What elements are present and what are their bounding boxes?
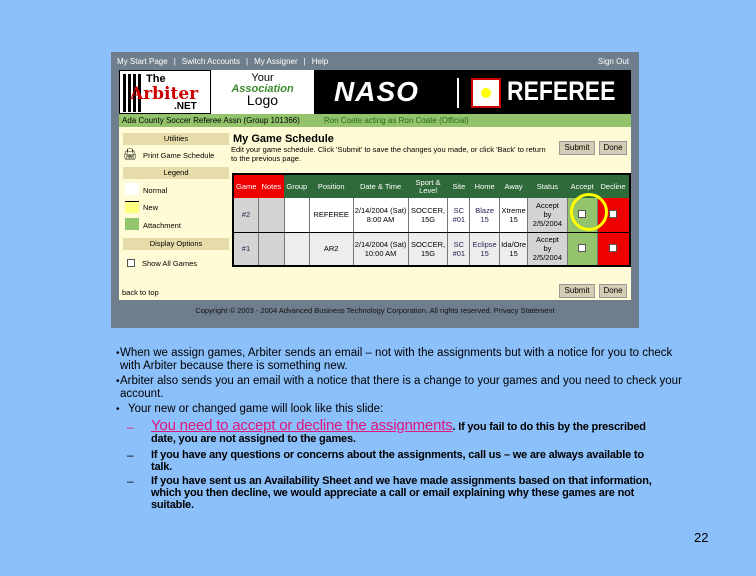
sport: SOCCER, — [410, 205, 446, 215]
nav-my-assigner[interactable]: My Assigner — [254, 57, 298, 66]
col-position: Position — [309, 174, 354, 198]
arbiter-logo: The Arbiter .NET — [119, 70, 211, 114]
banner: The Arbiter .NET Your Association Logo N… — [119, 70, 631, 114]
home-link[interactable]: Blaze 15 — [469, 198, 501, 233]
show-all-checkbox[interactable] — [127, 259, 135, 269]
col-decline: Decline — [597, 174, 630, 198]
logo-net: .NET — [174, 101, 197, 112]
legend-swatch-new — [125, 201, 139, 213]
date-cell: 2/14/2004 (Sat) 8:00 AM — [353, 198, 409, 233]
col-site: Site — [447, 174, 470, 198]
table-row: #1 AR2 2/14/2004 (Sat) 10:00 AM SOCCER, 15… — [233, 232, 631, 267]
sport-cell: SOCCER, 15G — [408, 198, 449, 233]
legend-new: New — [143, 203, 159, 212]
printer-icon: 🖨 — [123, 149, 137, 161]
bullet-1: When we assign games, Arbiter sends an e… — [120, 347, 673, 372]
site-link[interactable]: SC #01 — [447, 198, 471, 233]
legend-normal: Normal — [143, 186, 168, 195]
table-header: Game Notes Group Position Date & Time Sp… — [233, 174, 630, 198]
group-name: Ada County Soccer Referee Assn (Group 10… — [122, 116, 300, 125]
arbiter-screenshot: My Start Page | Switch Accounts | My Assig… — [111, 52, 639, 328]
highlight-circle — [570, 193, 608, 231]
nav-switch-accounts[interactable]: Switch Accounts — [182, 57, 240, 66]
date-cell: 2/14/2004 (Sat) 10:00 AM — [353, 232, 409, 267]
display-options-heading: Display Options — [123, 238, 229, 250]
sport: SOCCER, — [410, 239, 446, 249]
page-title: My Game Schedule — [233, 133, 334, 145]
col-group: Group — [284, 174, 310, 198]
level: 15G — [420, 214, 436, 224]
col-sport: Sport & Level — [408, 174, 448, 198]
nav-my-start-page[interactable]: My Start Page — [117, 57, 168, 66]
away-cell: Ida/Ore 15 — [499, 232, 529, 267]
top-nav: My Start Page | Switch Accounts | My Assig… — [117, 56, 629, 66]
bullet-3: Your new or changed game will look like … — [128, 403, 384, 415]
done-button-bottom[interactable]: Done — [599, 284, 627, 298]
divider — [457, 78, 459, 108]
status-cell: Accept by 2/5/2004 — [527, 232, 568, 267]
col-status: Status — [527, 174, 568, 198]
col-home: Home — [469, 174, 500, 198]
dash-icon: – — [127, 448, 134, 462]
sign-out-link[interactable]: Sign Out — [598, 57, 629, 66]
sub-bullet-2: If you have any questions or concerns ab… — [151, 449, 644, 473]
content: Utilities 🖨 Print Game Schedule Legend N… — [119, 127, 631, 300]
date: 2/14/2004 (Sat) — [354, 239, 407, 249]
submit-button-bottom[interactable]: Submit — [559, 284, 595, 298]
legend-attachment: Attachment — [143, 221, 181, 230]
footer-copyright: Copyright © 2003 - 2004 Advanced Busines… — [195, 306, 555, 315]
date: 2/14/2004 (Sat) — [354, 205, 407, 215]
away-cell: Xtreme 15 — [499, 198, 529, 233]
game-link[interactable]: #1 — [233, 232, 259, 267]
site-link[interactable]: SC #01 — [447, 232, 471, 267]
group-cell — [284, 232, 310, 267]
done-button[interactable]: Done — [599, 141, 627, 155]
back-to-top-link[interactable]: back to top — [122, 288, 159, 297]
user-name: Ron Coate acting as Ron Coate (Official) — [323, 116, 469, 125]
notes-cell — [258, 198, 285, 233]
accept-checkbox[interactable] — [567, 232, 598, 267]
sub-bullet-1: You need to accept or decline the assign… — [151, 417, 671, 445]
sub-bullet-3: If you have sent us an Availability Shee… — [151, 475, 652, 511]
group-cell — [284, 198, 310, 233]
bullet-icon: • — [116, 404, 120, 415]
col-date: Date & Time — [353, 174, 409, 198]
col-notes: Notes — [258, 174, 285, 198]
status-cell: Accept by 2/5/2004 — [527, 198, 568, 233]
page-number: 22 — [694, 530, 709, 545]
association-logo: Your Association Logo — [211, 70, 314, 114]
col-away: Away — [499, 174, 528, 198]
sport-cell: SOCCER, 15G — [408, 232, 449, 267]
legend-heading: Legend — [123, 167, 229, 179]
bullet-icon: • — [116, 348, 120, 359]
dash-icon: – — [127, 474, 134, 488]
submit-button[interactable]: Submit — [559, 141, 595, 155]
naso-logo: NASO — [334, 76, 419, 107]
group-bar: Ada County Soccer Referee Assn (Group 10… — [119, 114, 631, 127]
print-schedule-link[interactable]: Print Game Schedule — [143, 151, 214, 160]
utilities-heading: Utilities — [123, 133, 229, 145]
referee-logo-icon — [471, 78, 501, 108]
bullet-2: Arbiter also sends you an email with a n… — [120, 375, 682, 400]
time: 8:00 AM — [366, 214, 395, 224]
show-all-label: Show All Games — [142, 259, 198, 268]
legend-swatch-attachment — [125, 218, 139, 230]
position-cell: REFEREE — [309, 198, 354, 233]
referee-logo: REFEREE — [507, 76, 616, 106]
accept-decline-highlight: You need to accept or decline the assign… — [151, 417, 453, 434]
home-link[interactable]: Eclipse 15 — [469, 232, 501, 267]
decline-checkbox[interactable] — [597, 232, 631, 267]
dash-icon: – — [127, 420, 134, 434]
bullet-icon: • — [116, 376, 120, 387]
nav-help[interactable]: Help — [312, 57, 328, 66]
notes-cell — [258, 232, 285, 267]
time: 10:00 AM — [364, 248, 397, 258]
position-cell: AR2 — [309, 232, 354, 267]
legend-swatch-normal — [125, 183, 139, 195]
level: 15G — [420, 248, 436, 258]
assoc-logo: Logo — [246, 92, 279, 108]
col-game: Game — [233, 174, 259, 198]
game-link[interactable]: #2 — [233, 198, 259, 233]
page-description: Edit your game schedule. Click 'Submit' … — [231, 145, 546, 163]
